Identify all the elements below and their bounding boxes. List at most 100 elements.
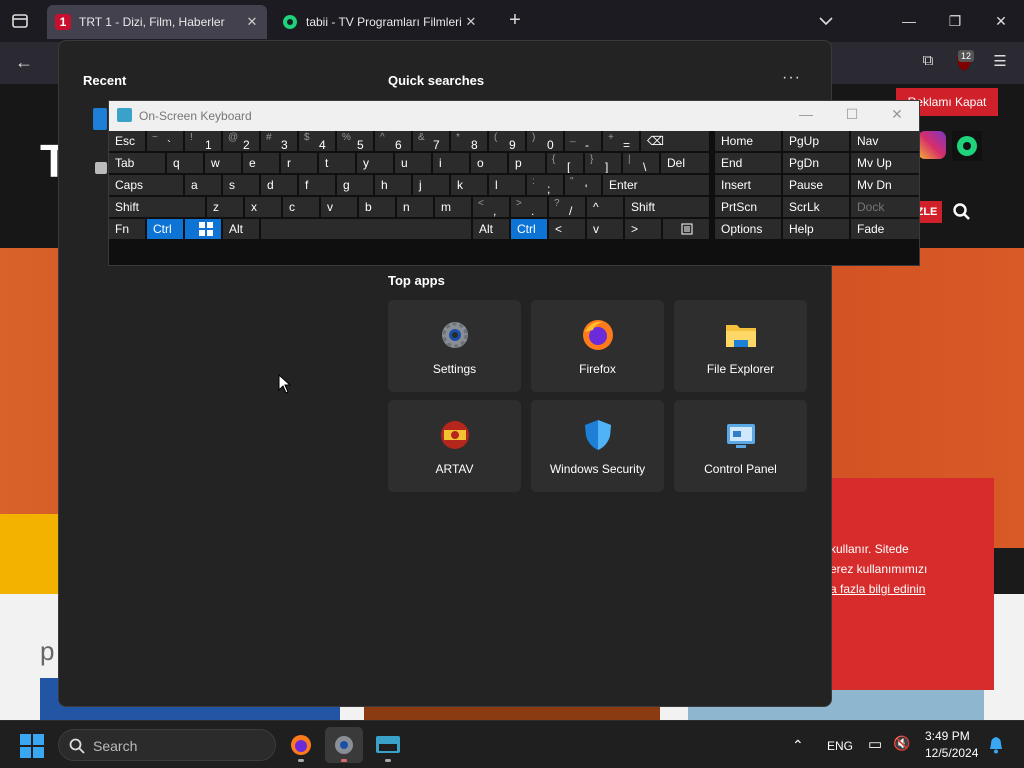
close-tab-icon[interactable]: ✕ xyxy=(245,14,259,30)
key-Caps[interactable]: Caps xyxy=(109,175,183,195)
clock-date[interactable]: 12/5/2024 xyxy=(925,746,978,760)
key-i[interactable]: i xyxy=(433,153,469,173)
windows-key-icon[interactable] xyxy=(185,219,221,239)
key-symbol[interactable]: >. xyxy=(511,197,547,217)
key-x[interactable]: x xyxy=(245,197,281,217)
key-pause[interactable]: Pause xyxy=(783,175,849,195)
key-o[interactable]: o xyxy=(471,153,507,173)
key-y[interactable]: y xyxy=(357,153,393,173)
taskbar-search[interactable] xyxy=(58,729,276,761)
instagram-icon[interactable] xyxy=(918,131,946,159)
key-symbol[interactable]: ? / xyxy=(549,197,585,217)
key-Shift[interactable]: Shift xyxy=(625,197,709,217)
volume-muted-icon[interactable]: 🔇 xyxy=(893,735,910,752)
network-icon[interactable]: ▭ xyxy=(868,735,882,753)
key-m[interactable]: m xyxy=(435,197,471,217)
more-options-icon[interactable]: ··· xyxy=(782,69,802,89)
key-b[interactable]: b xyxy=(359,197,395,217)
key-Esc[interactable]: Esc xyxy=(109,131,145,151)
app-tile-settings[interactable]: Settings xyxy=(388,300,521,392)
key-prtscn[interactable]: PrtScn xyxy=(715,197,781,217)
taskbar-on-screen-keyboard[interactable] xyxy=(369,727,407,763)
key-Ctrl[interactable]: Ctrl xyxy=(147,219,183,239)
key-symbol[interactable]: <, xyxy=(473,197,509,217)
key-symbol[interactable]: }] xyxy=(585,153,621,173)
maximize-icon[interactable]: ☐ xyxy=(841,106,863,126)
key-j[interactable]: j xyxy=(413,175,449,195)
key-symbol[interactable]: + = xyxy=(603,131,639,151)
tab-trt1[interactable]: 1 TRT 1 - Dizi, Film, Haberler ✕ xyxy=(47,5,267,39)
key-symbol[interactable]: :; xyxy=(527,175,563,195)
key-u[interactable]: u xyxy=(395,153,431,173)
key-pgdn[interactable]: PgDn xyxy=(783,153,849,173)
key-Alt[interactable]: Alt xyxy=(223,219,259,239)
key-Del[interactable]: Del xyxy=(661,153,709,173)
key-c[interactable]: c xyxy=(283,197,319,217)
key-7[interactable]: & 7 xyxy=(413,131,449,151)
tabii-icon[interactable] xyxy=(952,131,982,161)
key-symbol[interactable]: ⌫ xyxy=(641,131,709,151)
key-5[interactable]: % 5 xyxy=(337,131,373,151)
key-4[interactable]: $4 xyxy=(299,131,335,151)
key-end[interactable]: End xyxy=(715,153,781,173)
cookie-learn-more-link[interactable]: a fazla bilgi edinin xyxy=(830,582,925,596)
osk-title-bar[interactable]: On-Screen Keyboard — ☐ ✕ xyxy=(109,101,919,131)
minimize-icon[interactable]: — xyxy=(795,106,817,126)
app-tile-windows-security[interactable]: Windows Security xyxy=(531,400,664,492)
close-window-icon[interactable]: ✕ xyxy=(988,8,1014,34)
key-symbol[interactable]: ~ ` xyxy=(147,131,183,151)
key-insert[interactable]: Insert xyxy=(715,175,781,195)
key-home[interactable]: Home xyxy=(715,131,781,151)
key-symbol[interactable]: {[ xyxy=(547,153,583,173)
key-d[interactable]: d xyxy=(261,175,297,195)
key-help[interactable]: Help xyxy=(783,219,849,239)
app-tile-artav[interactable]: ARTAV xyxy=(388,400,521,492)
app-tile-file-explorer[interactable]: File Explorer xyxy=(674,300,807,392)
key-f[interactable]: f xyxy=(299,175,335,195)
key-v[interactable]: v xyxy=(321,197,357,217)
key-6[interactable]: ^ 6 xyxy=(375,131,411,151)
key-nav[interactable]: Nav xyxy=(851,131,919,151)
key-Tab[interactable]: Tab xyxy=(109,153,165,173)
key-Ctrl[interactable]: Ctrl xyxy=(511,219,547,239)
new-tab-icon[interactable]: + xyxy=(504,10,526,32)
minimize-icon[interactable]: — xyxy=(896,8,922,34)
taskbar-settings[interactable] xyxy=(325,727,363,763)
app-tile-firefox[interactable]: Firefox xyxy=(531,300,664,392)
key-symbol[interactable]: > xyxy=(625,219,661,239)
context-menu-key-icon[interactable] xyxy=(663,219,709,239)
key-r[interactable]: r xyxy=(281,153,317,173)
tab-overview-icon[interactable] xyxy=(8,10,32,32)
key-Fn[interactable]: Fn xyxy=(109,219,145,239)
key-symbol[interactable]: " ' xyxy=(565,175,601,195)
recent-item-icon[interactable] xyxy=(93,108,107,130)
key-q[interactable]: q xyxy=(167,153,203,173)
key-s[interactable]: s xyxy=(223,175,259,195)
key-p[interactable]: p xyxy=(509,153,545,173)
key-9[interactable]: (9 xyxy=(489,131,525,151)
key-symbol[interactable]: < xyxy=(549,219,585,239)
key-h[interactable]: h xyxy=(375,175,411,195)
extensions-icon[interactable]: ⧉ xyxy=(916,52,940,76)
key-fade[interactable]: Fade xyxy=(851,219,919,239)
language-indicator[interactable]: ENG xyxy=(827,739,853,753)
restore-icon[interactable]: ❐ xyxy=(942,8,968,34)
key-e[interactable]: e xyxy=(243,153,279,173)
key-mvup[interactable]: Mv Up xyxy=(851,153,919,173)
notification-bell-icon[interactable] xyxy=(988,736,1004,757)
key-symbol[interactable]: ^ xyxy=(587,197,623,217)
key-g[interactable]: g xyxy=(337,175,373,195)
taskbar-firefox[interactable] xyxy=(282,727,320,763)
search-input[interactable] xyxy=(93,736,263,756)
key-scrlk[interactable]: ScrLk xyxy=(783,197,849,217)
close-tab-icon[interactable]: ✕ xyxy=(464,14,478,30)
key-Alt[interactable]: Alt xyxy=(473,219,509,239)
key-Shift[interactable]: Shift xyxy=(109,197,205,217)
clock-time[interactable]: 3:49 PM xyxy=(925,729,970,743)
key-a[interactable]: a xyxy=(185,175,221,195)
key-n[interactable]: n xyxy=(397,197,433,217)
key-3[interactable]: #3 xyxy=(261,131,297,151)
chevron-down-icon[interactable] xyxy=(816,10,836,32)
key-w[interactable]: w xyxy=(205,153,241,173)
key-Enter[interactable]: Enter xyxy=(603,175,709,195)
